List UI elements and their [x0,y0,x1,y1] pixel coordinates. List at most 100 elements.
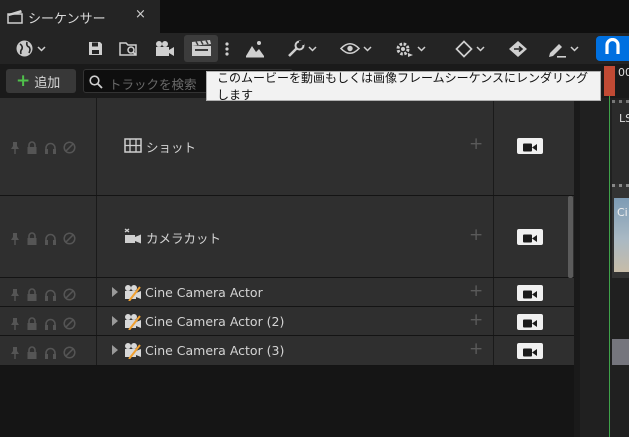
cinematic-camera-button[interactable] [151,33,177,64]
magnet-icon [605,37,620,59]
track-label: ショット [146,140,197,155]
camera-lock-button[interactable] [517,285,543,301]
add-section-button[interactable]: + [469,312,483,329]
search-placeholder: トラックを検索 [109,77,197,92]
video-camera-icon [523,284,537,303]
shots-film-icon [124,138,142,157]
actor-to-sequencer-button[interactable] [243,33,267,64]
search-icon [89,74,103,93]
video-camera-icon [523,228,537,247]
snap-toggle-button[interactable] [596,36,629,61]
render-options-button[interactable] [220,33,234,64]
video-camera-icon [523,342,537,361]
outliner-scrollbar-thumb[interactable] [568,196,573,278]
mute-icon[interactable] [63,286,76,305]
lock-icon[interactable] [26,315,38,334]
track-row-camera-cuts[interactable]: カメラカット + [0,196,574,278]
world-menu-button[interactable] [10,33,50,64]
cine-camera-actor-icon [124,342,142,363]
diamond-key-icon [455,39,473,58]
mute-icon[interactable] [63,315,76,334]
sequencer-tab[interactable]: シーケンサー × [0,0,160,33]
landscape-icon [245,40,265,58]
edit-tools-button[interactable] [543,33,583,64]
playback-options-button[interactable] [391,33,429,64]
chevron-down-icon [36,45,46,52]
solo-headphones-icon[interactable] [44,230,57,249]
add-section-button[interactable]: + [469,136,483,153]
solo-headphones-icon[interactable] [44,344,57,363]
find-asset-button[interactable] [116,33,142,64]
marker-button[interactable] [505,33,531,64]
playhead-handle[interactable] [604,66,615,96]
pin-icon[interactable] [10,139,20,158]
camera-lock-button[interactable] [517,314,543,330]
track-state-icons [10,344,76,363]
add-track-button[interactable]: + 追加 [6,69,76,93]
tools-menu-button[interactable] [283,33,321,64]
expand-arrow-icon[interactable] [112,345,118,355]
mute-icon[interactable] [63,139,76,158]
track-row-cine-camera[interactable]: Cine Camera Actor (2) + [0,307,574,336]
pin-icon[interactable] [10,230,20,249]
mute-icon[interactable] [63,230,76,249]
track-state-icons [10,315,76,334]
add-section-button[interactable]: + [469,341,483,358]
track-row-shots[interactable]: ショット + [0,98,574,196]
lock-icon[interactable] [26,286,38,305]
title-bar: シーケンサー × [0,0,629,33]
plus-icon: + [16,70,31,91]
chevron-down-icon [308,45,317,52]
chevron-down-icon [476,45,485,52]
close-tab-button[interactable]: × [135,7,146,22]
view-options-button[interactable] [337,33,375,64]
track-state-icons [10,286,76,305]
world-icon [15,39,34,58]
pin-icon[interactable] [10,344,20,363]
camera-lock-button[interactable] [517,229,543,245]
lock-icon[interactable] [26,230,38,249]
cine-camera-section[interactable] [612,339,629,365]
track-label: Cine Camera Actor (2) [145,314,285,329]
key-options-button[interactable] [450,33,490,64]
add-section-button[interactable]: + [469,283,483,300]
track-label: Cine Camera Actor [145,285,263,300]
solo-headphones-icon[interactable] [44,286,57,305]
solo-headphones-icon[interactable] [44,315,57,334]
lock-icon[interactable] [26,139,38,158]
camera-lock-button[interactable] [517,343,543,359]
track-row-cine-camera[interactable]: Cine Camera Actor (3) + [0,336,574,366]
solo-headphones-icon[interactable] [44,139,57,158]
tag-icon [508,40,528,58]
track-state-icons [10,230,76,249]
add-track-label: 追加 [34,75,61,91]
add-section-button[interactable]: + [469,227,483,244]
lock-icon[interactable] [26,344,38,363]
chevron-down-icon [417,45,426,52]
clapperboard-icon [7,9,23,24]
find-asset-icon [119,40,139,57]
playhead-line [609,96,610,437]
render-movie-button[interactable] [184,35,218,62]
render-movie-tooltip: このムービーを動画もしくは画像フレームシーケンスにレンダリングします [206,71,601,102]
video-camera-icon [523,137,537,156]
empty-track-area [0,366,574,437]
pencil-icon [547,40,567,58]
save-icon [88,41,103,56]
expand-arrow-icon[interactable] [112,316,118,326]
track-row-cine-camera[interactable]: Cine Camera Actor + [0,278,574,307]
pin-icon[interactable] [10,286,20,305]
chevron-down-icon [363,45,372,52]
track-state-icons [10,139,76,158]
mute-icon[interactable] [63,344,76,363]
camera-lock-button[interactable] [517,138,543,154]
render-movie-icon [191,40,212,57]
save-button[interactable] [84,33,106,64]
sequencer-toolbar [0,33,629,64]
pin-icon[interactable] [10,315,20,334]
expand-arrow-icon[interactable] [112,287,118,297]
tab-title: シーケンサー [28,12,106,27]
gear-icon [394,40,414,58]
kebab-icon [225,41,229,56]
track-label: カメラカット [146,231,222,246]
